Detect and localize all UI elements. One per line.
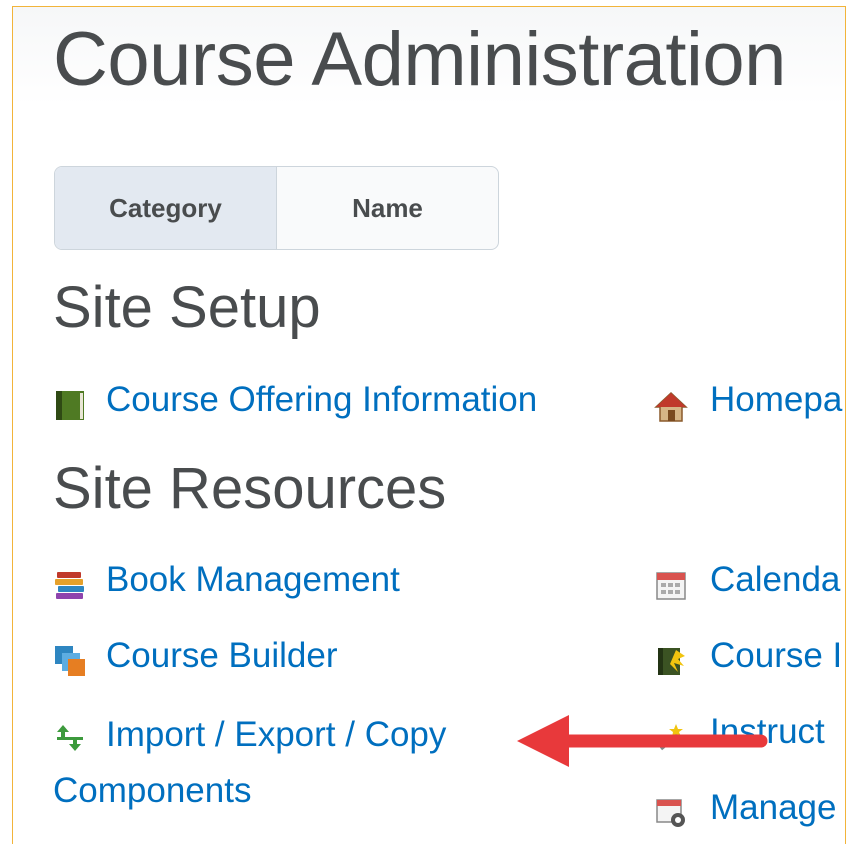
books-icon xyxy=(55,572,84,599)
book-management-link[interactable]: Book Management xyxy=(106,558,400,602)
page-title: Course Administration xyxy=(53,17,786,102)
view-toggle: Category Name xyxy=(54,166,499,250)
book-icon xyxy=(56,391,84,420)
course-package-link[interactable]: Course I xyxy=(710,634,842,678)
import-export-copy-components-link[interactable]: Import / Export / Copy Components xyxy=(53,707,513,819)
annotation-arrow xyxy=(517,715,768,767)
course-package-icon xyxy=(658,648,685,675)
category-view-button[interactable]: Category xyxy=(55,167,277,249)
section-heading-site-resources: Site Resources xyxy=(53,456,447,521)
course-offering-information-link[interactable]: Course Offering Information xyxy=(106,378,537,422)
manage-files-link[interactable]: Manage xyxy=(710,786,836,830)
calendar-gear-icon xyxy=(656,799,685,827)
calendar-link[interactable]: Calenda xyxy=(710,558,840,602)
calendar-icon xyxy=(656,572,686,600)
course-admin-panel: Course Administration Category Name Site… xyxy=(12,6,846,844)
course-builder-link[interactable]: Course Builder xyxy=(106,634,338,678)
house-icon xyxy=(654,391,688,422)
section-heading-site-setup: Site Setup xyxy=(53,275,321,340)
homepage-link[interactable]: Homepa xyxy=(710,378,842,422)
course-builder-icon xyxy=(55,646,85,676)
name-view-button[interactable]: Name xyxy=(277,167,498,249)
